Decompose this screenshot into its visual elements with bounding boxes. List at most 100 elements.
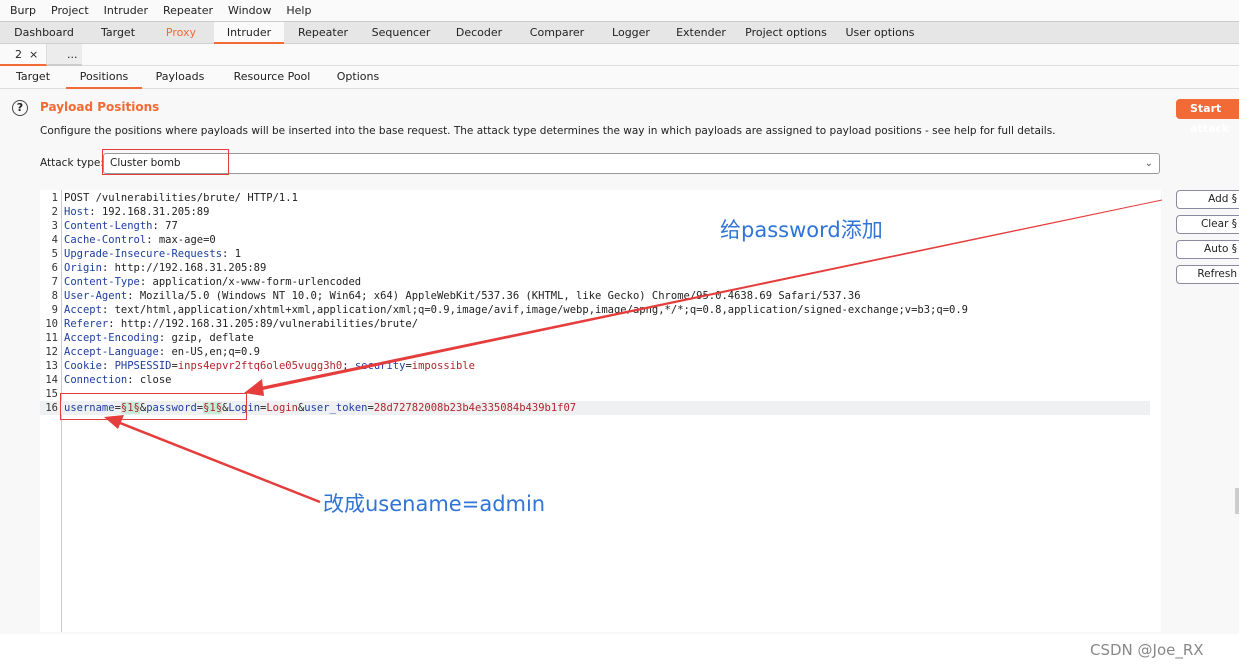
line-number: 1 (51, 192, 58, 204)
field-name: Accept-Encoding (64, 332, 159, 344)
help-icon[interactable]: ? (12, 100, 28, 116)
field-value: POST /vulnerabilities/brute/ HTTP/1.1 (64, 192, 298, 204)
tab-dashboard[interactable]: Dashboard (0, 22, 88, 44)
field-name: Upgrade-Insecure-Requests (64, 248, 223, 260)
menu-bar: Burp Project Intruder Repeater Window Help (0, 0, 1239, 22)
field-name: Content-Type (64, 276, 140, 288)
tab-user-options[interactable]: User options (836, 22, 924, 44)
request-line: 8 User-Agent: Mozilla/5.0 (Windows NT 10.… (40, 289, 1150, 303)
tab-target[interactable]: Target (88, 22, 148, 44)
line-number: 12 (45, 346, 58, 358)
field-name: Host (64, 206, 90, 218)
field-name: Cache-Control (64, 234, 147, 246)
watermark: CSDN @Joe_RX (1090, 641, 1204, 659)
field-value: ; (342, 360, 355, 372)
request-line: 6 Origin: http://192.168.31.205:89 (40, 261, 1150, 275)
field-name: Accept-Language (64, 346, 159, 358)
request-line: 4 Cache-Control: max-age=0 (40, 233, 1150, 247)
field-value: : 77 (152, 220, 178, 232)
field-name: Referer (64, 318, 109, 330)
field-value: inps4epvr2ftq6ole05vugg3h0 (177, 360, 343, 372)
tab-intruder[interactable]: Intruder (214, 22, 284, 44)
subtab-payloads[interactable]: Payloads (142, 66, 218, 89)
add-marker-button[interactable]: Add § (1176, 190, 1239, 209)
field-value: : 192.168.31.205:89 (89, 206, 210, 218)
main-tabs: Dashboard Target Proxy Intruder Repeater Sequ… (0, 22, 1239, 44)
field-name: PHPSESSID (114, 360, 172, 372)
subtab-resource-pool[interactable]: Resource Pool (218, 66, 326, 89)
tab-proxy[interactable]: Proxy (148, 22, 214, 44)
scrollbar[interactable] (1235, 488, 1239, 514)
close-icon[interactable]: × (29, 48, 38, 61)
refresh-button[interactable]: Refresh (1176, 265, 1239, 284)
request-line: 12 Accept-Language: en-US,en;q=0.9 (40, 345, 1150, 359)
request-line: 11 Accept-Encoding: gzip, deflate (40, 331, 1150, 345)
field-name: User-Agent (64, 290, 128, 302)
sub-tabs: Target Positions Payloads Resource Pool Opti… (0, 66, 1239, 89)
intruder-tabs: 2 × ... (0, 44, 1239, 66)
field-name: user_token (304, 402, 368, 414)
line-number: 16 (45, 402, 58, 414)
new-tab-button[interactable]: ... (47, 44, 82, 66)
line-number: 5 (51, 248, 58, 260)
subtab-positions[interactable]: Positions (66, 66, 142, 89)
auto-markers-button[interactable]: Auto § (1176, 240, 1239, 259)
menu-intruder[interactable]: Intruder (104, 4, 148, 17)
tab-extender[interactable]: Extender (666, 22, 736, 44)
tab-decoder[interactable]: Decoder (440, 22, 518, 44)
field-name: Content-Length (64, 220, 153, 232)
highlight-box-attack-type (102, 149, 229, 175)
annotation-add-password: 给password添加 (720, 218, 883, 242)
line-number: 8 (51, 290, 58, 302)
field-value: : http://192.168.31.205:89/vulnerabiliti… (108, 318, 419, 330)
tab-repeater[interactable]: Repeater (284, 22, 362, 44)
subtab-options[interactable]: Options (326, 66, 390, 89)
line-number: 13 (45, 360, 58, 372)
tab-sequencer[interactable]: Sequencer (362, 22, 440, 44)
field-name: Accept (64, 304, 102, 316)
clear-markers-button[interactable]: Clear § (1176, 215, 1239, 234)
field-name: Origin (64, 262, 102, 274)
highlight-box-body (60, 393, 247, 420)
request-line: 7 Content-Type: application/x-www-form-ur… (40, 275, 1150, 289)
menu-burp[interactable]: Burp (10, 4, 36, 17)
request-line: 13 Cookie: PHPSESSID=inps4epvr2ftq6ole05v… (40, 359, 1150, 373)
subtab-target[interactable]: Target (0, 66, 66, 89)
field-value: impossible (411, 360, 475, 372)
menu-help[interactable]: Help (286, 4, 311, 17)
menu-repeater[interactable]: Repeater (163, 4, 213, 17)
line-number: 7 (51, 276, 58, 288)
menu-project[interactable]: Project (51, 4, 89, 17)
field-value: : gzip, deflate (158, 332, 254, 344)
field-name: Cookie (64, 360, 102, 372)
line-number: 6 (51, 262, 58, 274)
line-number: 2 (51, 206, 58, 218)
tab-label: 2 (15, 48, 22, 61)
tab-comparer[interactable]: Comparer (518, 22, 596, 44)
page-title: Payload Positions (40, 100, 160, 114)
field-name: security (354, 360, 406, 372)
line-number: 14 (45, 374, 58, 386)
line-number: 11 (45, 332, 58, 344)
menu-window[interactable]: Window (228, 4, 271, 17)
tab-project-options[interactable]: Project options (736, 22, 836, 44)
tab-logger[interactable]: Logger (596, 22, 666, 44)
field-value: : application/x-www-form-urlencoded (139, 276, 362, 288)
field-value: : text/html,application/xhtml+xml,applic… (101, 304, 968, 316)
request-line: 10 Referer: http://192.168.31.205:89/vuln… (40, 317, 1150, 331)
request-line: 3 Content-Length: 77 (40, 219, 1150, 233)
attack-type-label: Attack type: (40, 157, 104, 169)
line-number: 3 (51, 220, 58, 232)
annotation-change-username: 改成usename=admin (323, 492, 546, 516)
line-number: 15 (45, 388, 58, 400)
line-number: 10 (45, 318, 58, 330)
request-line: 2 Host: 192.168.31.205:89 (40, 205, 1150, 219)
request-line: 14 Connection: close (40, 373, 1150, 387)
field-value: : (101, 360, 115, 372)
attack-type-select[interactable]: Cluster bomb ⌄ (103, 153, 1160, 174)
start-attack-button[interactable]: Start attack (1176, 99, 1239, 135)
intruder-tab-2[interactable]: 2 × (0, 44, 47, 66)
field-value: : Mozilla/5.0 (Windows NT 10.0; Win64; x… (127, 290, 861, 302)
field-value: : max-age=0 (146, 234, 216, 246)
line-number: 9 (51, 304, 58, 316)
